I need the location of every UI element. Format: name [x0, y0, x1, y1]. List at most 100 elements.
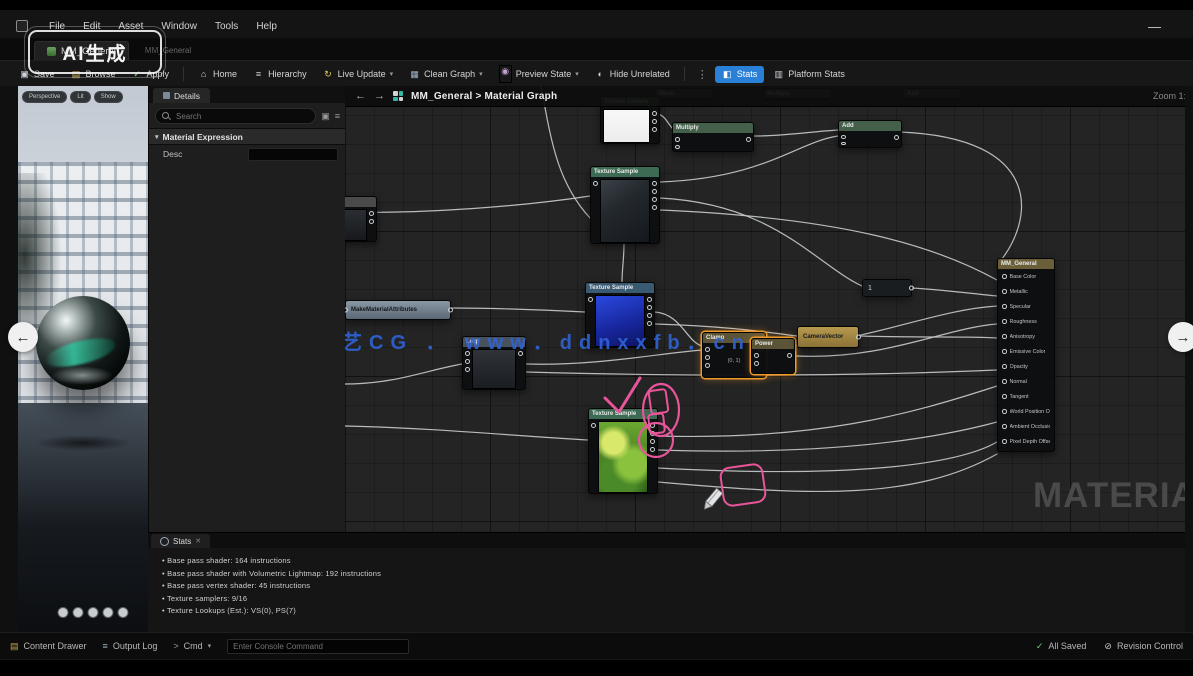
- toolbar-overflow-menu[interactable]: ⋮: [692, 68, 713, 81]
- menu-window[interactable]: Window: [152, 18, 206, 35]
- node-pin[interactable]: [754, 353, 759, 358]
- toolbar-live-update-button[interactable]: ↻Live Update▾: [316, 66, 401, 83]
- node-pin[interactable]: [647, 305, 652, 310]
- statusbar-output-log[interactable]: ≡Output Log: [103, 641, 158, 651]
- statusbar-content-drawer[interactable]: ▤Content Drawer: [10, 641, 87, 652]
- back-arrow-icon[interactable]: ←: [355, 90, 366, 102]
- close-icon[interactable]: ✕: [195, 537, 201, 545]
- details-tab[interactable]: Details: [153, 88, 210, 103]
- node-pin[interactable]: [1002, 379, 1007, 384]
- viewport-option-dot[interactable]: [73, 607, 84, 618]
- node-pin[interactable]: [1002, 409, 1007, 414]
- toolbar-preview-state-button[interactable]: ◉Preview State▾: [492, 62, 586, 86]
- node-pin[interactable]: [650, 423, 655, 428]
- viewport-option-dot[interactable]: [58, 607, 69, 618]
- node-pin[interactable]: [647, 297, 652, 302]
- graph-node-cameravector[interactable]: CameraVector: [797, 326, 859, 348]
- graph-node-power[interactable]: Power: [751, 338, 795, 374]
- details-search-box[interactable]: [155, 108, 316, 124]
- node-pin[interactable]: [1002, 274, 1007, 279]
- details-search-input[interactable]: [174, 111, 309, 122]
- node-pin[interactable]: [652, 205, 657, 210]
- node-pin[interactable]: [652, 181, 657, 186]
- toolbar-hide-unrelated-button[interactable]: ◐Hide Unrelated: [588, 66, 677, 82]
- breadcrumb[interactable]: MM_General > Material Graph: [411, 91, 557, 102]
- node-pin[interactable]: [705, 363, 710, 368]
- toolbar-home-button[interactable]: ⌂Home: [191, 66, 244, 82]
- viewport-option-dot[interactable]: [103, 607, 114, 618]
- node-pin[interactable]: [652, 189, 657, 194]
- node-pin[interactable]: [1002, 304, 1007, 309]
- details-section-header[interactable]: ▾ Material Expression: [149, 128, 346, 145]
- viewport-control-show[interactable]: Show: [94, 91, 123, 103]
- node-pin[interactable]: [1002, 439, 1007, 444]
- toolbar-hierarchy-button[interactable]: ≡Hierarchy: [246, 66, 314, 82]
- node-pin[interactable]: [650, 431, 655, 436]
- graph-node-unnamed[interactable]: [345, 196, 377, 242]
- carousel-next-button[interactable]: →: [1168, 322, 1193, 352]
- node-pin[interactable]: [465, 359, 470, 364]
- node-pin[interactable]: [647, 313, 652, 318]
- statusbar-revision-control[interactable]: ⊘Revision Control: [1104, 641, 1183, 652]
- stats-tab[interactable]: Stats ✕: [151, 534, 210, 548]
- node-pin[interactable]: [1002, 334, 1007, 339]
- console-command-input[interactable]: [227, 639, 409, 654]
- node-pin[interactable]: [652, 197, 657, 202]
- node-pin[interactable]: [1002, 364, 1007, 369]
- viewport-control-perspective[interactable]: Perspective: [22, 91, 67, 103]
- node-pin[interactable]: [894, 135, 899, 140]
- graph-node-add[interactable]: Add: [838, 120, 902, 148]
- graph-node-multiply[interactable]: Multiply: [672, 122, 754, 152]
- node-pin[interactable]: [369, 219, 374, 224]
- node-pin[interactable]: [448, 308, 453, 313]
- carousel-prev-button[interactable]: ←: [8, 322, 38, 352]
- graph-node-texture-sample[interactable]: Texture Sample: [590, 166, 660, 244]
- toolbar-clean-graph-button[interactable]: ▦Clean Graph▾: [402, 66, 490, 83]
- statusbar-cmd[interactable]: >Cmd▾: [173, 641, 211, 651]
- node-pin[interactable]: [593, 181, 598, 186]
- node-pin[interactable]: [705, 355, 710, 360]
- node-pin[interactable]: [856, 335, 861, 340]
- forward-arrow-icon[interactable]: →: [374, 90, 385, 102]
- material-graph-canvas[interactable]: MATERIAL MaskMultiplyAddTexture SampleMu…: [345, 86, 1185, 532]
- graph-node-makematerialattributes[interactable]: MakeMaterialAttributes: [345, 300, 451, 320]
- settings-icon[interactable]: ≡: [335, 111, 340, 122]
- details-row-value-input[interactable]: [248, 148, 338, 161]
- viewport-option-dot[interactable]: [118, 607, 129, 618]
- minimize-button[interactable]: —: [1148, 19, 1177, 34]
- node-pin[interactable]: [909, 286, 914, 291]
- material-preview-viewport[interactable]: PerspectiveLit Show: [18, 86, 148, 632]
- node-pin[interactable]: [588, 297, 593, 302]
- node-pin[interactable]: [465, 367, 470, 372]
- node-pin[interactable]: [1002, 424, 1007, 429]
- node-pin[interactable]: [841, 142, 846, 146]
- graph-node-1[interactable]: 1: [862, 279, 912, 297]
- node-pin[interactable]: [591, 423, 596, 428]
- node-pin[interactable]: [369, 211, 374, 216]
- viewport-option-dot[interactable]: [88, 607, 99, 618]
- node-pin[interactable]: [1002, 394, 1007, 399]
- graph-node-texture-sample[interactable]: Texture Sample: [588, 408, 658, 494]
- node-pin[interactable]: [675, 145, 680, 150]
- menu-tools[interactable]: Tools: [206, 18, 247, 35]
- statusbar-all-saved[interactable]: ✓All Saved: [1036, 641, 1087, 652]
- node-pin[interactable]: [652, 111, 657, 116]
- viewport-control-lit[interactable]: Lit: [70, 91, 90, 103]
- node-pin[interactable]: [652, 127, 657, 132]
- node-pin[interactable]: [787, 353, 792, 358]
- node-pin[interactable]: [841, 135, 846, 139]
- node-pin[interactable]: [746, 137, 751, 142]
- node-pin[interactable]: [652, 119, 657, 124]
- menu-help[interactable]: Help: [247, 18, 286, 35]
- node-pin[interactable]: [675, 137, 680, 142]
- node-pin[interactable]: [1002, 289, 1007, 294]
- node-pin[interactable]: [650, 439, 655, 444]
- grid-view-icon[interactable]: ▣: [321, 111, 330, 122]
- node-pin[interactable]: [1002, 319, 1007, 324]
- node-pin[interactable]: [1002, 349, 1007, 354]
- node-pin[interactable]: [650, 447, 655, 452]
- toolbar-stats-button[interactable]: ◧Stats: [715, 66, 765, 83]
- node-pin[interactable]: [754, 361, 759, 366]
- node-pin[interactable]: [345, 308, 348, 313]
- toolbar-platform-stats-button[interactable]: ▥Platform Stats: [766, 66, 852, 83]
